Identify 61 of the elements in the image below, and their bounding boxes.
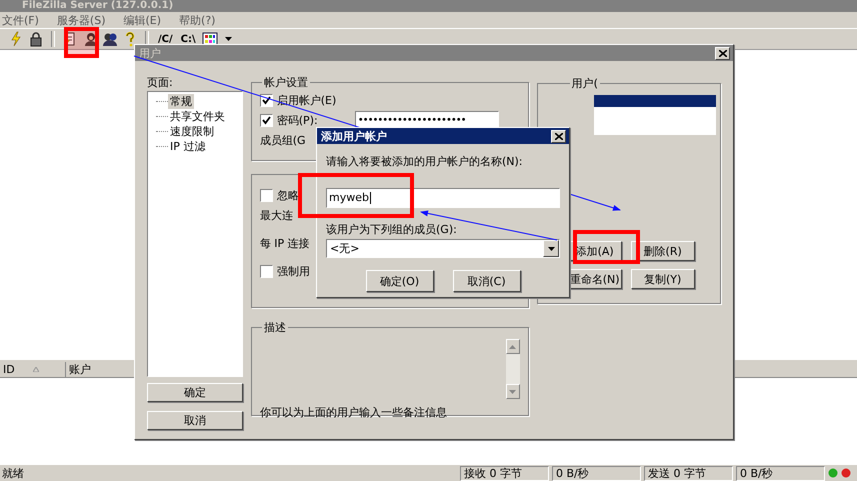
tree-item[interactable]: IP 过滤 (168, 139, 208, 154)
checkbox[interactable] (260, 94, 273, 106)
status-field: 接收 0 字节 (460, 466, 549, 480)
checkbox[interactable] (260, 114, 273, 126)
status-field: 发送 0 字节 (644, 466, 733, 480)
checkbox-label: 忽略 (276, 188, 299, 202)
checkbox-label: 密码(P): (276, 112, 319, 128)
description-hint: 你可以为上面的用户输入一些备注信息 (260, 405, 448, 420)
checkbox-label: 启用帐户(E) (276, 92, 336, 108)
menu-item[interactable]: 帮助(?) (179, 12, 216, 28)
group-title: 帐户设置 (262, 75, 309, 90)
checkbox-label: 强制用 (276, 264, 310, 278)
highlight-box (64, 27, 99, 58)
sort-icon (32, 367, 39, 372)
menu-item[interactable]: 服务器(S) (56, 12, 106, 28)
status-message: 就绪 (1, 466, 25, 480)
close-icon (554, 132, 562, 140)
close-button[interactable] (715, 46, 730, 60)
user-action-button[interactable]: 复制(Y) (630, 269, 695, 289)
status-field: 0 B/秒 (552, 466, 641, 480)
ok-button[interactable]: 确定 (147, 383, 243, 402)
dialog-title: 添加用户帐户 (321, 128, 387, 144)
group-title: 用户( (570, 76, 599, 91)
checkbox[interactable] (260, 264, 273, 278)
group-dropdown[interactable]: <无> (326, 239, 560, 258)
status-light-icon (841, 468, 851, 478)
ok-button[interactable]: 确定(O) (366, 270, 434, 292)
field-label: 成员组(G (260, 132, 306, 148)
name-input[interactable]: myweb (326, 188, 560, 208)
caret-icon (548, 246, 554, 250)
column-header[interactable]: ID (0, 362, 66, 377)
close-icon (718, 50, 726, 56)
cancel-button[interactable]: 取消(C) (452, 270, 520, 292)
user-action-button[interactable]: 删除(R) (630, 241, 695, 261)
pages-label: 页面: (147, 75, 174, 91)
field-label: 最大连 (260, 208, 293, 222)
drive-button[interactable]: /C/ (156, 34, 175, 44)
drive-button[interactable]: C:\ (178, 34, 198, 44)
user-icon[interactable] (82, 31, 98, 47)
status-light-icon (828, 468, 838, 478)
users-icon[interactable] (102, 31, 118, 47)
tree-item[interactable]: 共享文件夹 (168, 109, 227, 124)
menu-item[interactable]: 编辑(E) (124, 12, 162, 28)
checkbox[interactable] (260, 188, 273, 202)
field-label: 请输入将要被添加的用户帐户的名称(N): (326, 154, 524, 168)
window-title: FileZilla Server (127.0.0.1) (0, 0, 857, 12)
tree-item[interactable]: 常规 (168, 94, 194, 109)
tree-item[interactable]: 速度限制 (168, 124, 216, 139)
field-label: 该用户为下列组的成员(G): (326, 222, 458, 236)
grid-icon[interactable] (202, 31, 218, 47)
field-label: 每 IP 连接 (260, 236, 310, 250)
dialog-title: 用户 (139, 46, 161, 60)
lock-icon[interactable] (28, 31, 44, 47)
highlight-box (573, 230, 640, 264)
user-list[interactable] (594, 95, 716, 135)
status-field: 0 B/秒 (736, 466, 825, 480)
close-button[interactable] (551, 130, 566, 142)
cancel-button[interactable]: 取消 (147, 411, 243, 430)
group-title: 描述 (262, 320, 287, 335)
caret-icon[interactable] (224, 37, 232, 41)
menu-item[interactable]: 文件(F) (2, 12, 39, 28)
